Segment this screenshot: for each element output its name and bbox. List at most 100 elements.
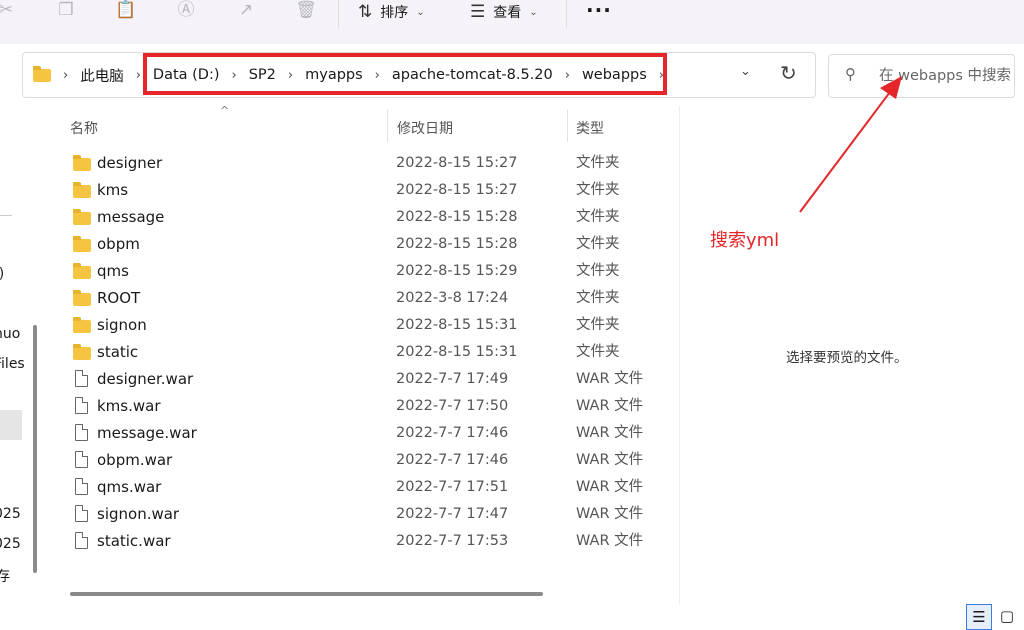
folder-row[interactable]: designer 2022-8-15 15:27 文件夹 [68, 150, 668, 177]
address-history-chevron-icon[interactable]: ⌄ [740, 64, 751, 79]
file-date: 2022-8-15 15:28 [396, 236, 518, 252]
file-row[interactable]: kms.war 2022-7-7 17:50 WAR 文件 [68, 393, 668, 420]
nav-item-fragment[interactable]: huo [0, 326, 20, 342]
file-row[interactable]: static.war 2022-7-7 17:53 WAR 文件 [68, 528, 668, 555]
file-name: ROOT [97, 289, 141, 307]
file-type: WAR 文件 [576, 398, 644, 414]
view-button[interactable]: ☰ 查看 ⌄ [470, 0, 538, 24]
chevron-right-icon[interactable]: › [659, 68, 664, 83]
file-type: 文件夹 [576, 182, 620, 198]
chevron-down-icon: ⌄ [416, 6, 425, 18]
file-name: kms.war [97, 397, 161, 415]
nav-item-fragment[interactable]: 025 [0, 536, 21, 552]
delete-icon[interactable]: 🗑 [292, 0, 320, 22]
copy-icon[interactable]: ❐ [52, 0, 80, 22]
folder-row[interactable]: obpm 2022-8-15 15:28 文件夹 [68, 231, 668, 258]
file-row[interactable]: designer.war 2022-7-7 17:49 WAR 文件 [68, 366, 668, 393]
sort-icon: ⇅ [358, 2, 373, 22]
sort-ascending-icon: ^ [220, 104, 230, 117]
folder-icon [33, 65, 51, 82]
file-date: 2022-8-15 15:27 [396, 155, 518, 171]
file-name: designer.war [97, 370, 194, 388]
file-date: 2022-8-15 15:29 [396, 263, 518, 279]
nav-divider [0, 215, 12, 216]
folder-row[interactable]: kms 2022-8-15 15:27 文件夹 [68, 177, 668, 204]
breadcrumb-this-pc[interactable]: 此电脑 [80, 65, 124, 86]
details-view-button[interactable]: ☰ [966, 604, 992, 630]
nav-item-fragment[interactable]: 存 [0, 566, 10, 586]
search-input[interactable]: ⚲ 在 webapps 中搜索 [828, 54, 1015, 98]
file-date: 2022-3-8 17:24 [396, 290, 509, 306]
folder-icon [73, 344, 91, 360]
file-date: 2022-8-15 15:31 [396, 317, 518, 333]
file-name: qms [97, 262, 129, 280]
nav-selected-item[interactable] [0, 410, 22, 440]
refresh-icon[interactable]: ↻ [780, 61, 797, 85]
file-date: 2022-7-7 17:50 [396, 398, 509, 414]
folder-row[interactable]: qms 2022-8-15 15:29 文件夹 [68, 258, 668, 285]
folder-row[interactable]: static 2022-8-15 15:31 文件夹 [68, 339, 668, 366]
more-options-button[interactable]: ··· [586, 0, 612, 22]
file-icon [75, 451, 88, 468]
nav-item-fragment[interactable]: :) [0, 266, 4, 282]
chevron-right-icon: › [135, 67, 141, 83]
folder-icon [73, 236, 91, 252]
breadcrumb-drive[interactable]: Data (D:) [153, 67, 220, 83]
column-header-date[interactable]: 修改日期 [397, 118, 453, 138]
file-name: static [97, 343, 139, 361]
chevron-down-icon: ⌄ [529, 6, 538, 18]
file-type: 文件夹 [576, 263, 620, 279]
rename-icon[interactable]: Ⓐ [172, 0, 200, 22]
file-row[interactable]: signon.war 2022-7-7 17:47 WAR 文件 [68, 501, 668, 528]
cut-icon[interactable]: ✂ [0, 0, 20, 22]
view-icon: ☰ [470, 2, 486, 22]
nav-item-fragment[interactable]: 025 [0, 506, 21, 522]
file-icon [75, 370, 88, 387]
file-type: WAR 文件 [576, 371, 644, 387]
breadcrumb-sp2[interactable]: SP2 [249, 67, 276, 83]
column-header-name[interactable]: 名称 [70, 118, 98, 138]
file-date: 2022-7-7 17:51 [396, 479, 509, 495]
file-row[interactable]: qms.war 2022-7-7 17:51 WAR 文件 [68, 474, 668, 501]
breadcrumb-webapps[interactable]: webapps [582, 67, 647, 83]
file-name: message [97, 208, 165, 226]
search-placeholder: 在 webapps 中搜索 [879, 68, 1012, 84]
annotation-label: 搜索yml [710, 230, 780, 251]
column-divider[interactable] [567, 110, 568, 142]
file-name: qms.war [97, 478, 162, 496]
file-type: WAR 文件 [576, 533, 644, 549]
nav-scrollbar[interactable] [33, 325, 37, 573]
folder-row[interactable]: ROOT 2022-3-8 17:24 文件夹 [68, 285, 668, 312]
chevron-right-icon: › [63, 67, 69, 83]
command-bar: ✂ ❐ 📋 Ⓐ ↗ 🗑 ⇅ 排序 ⌄ ☰ 查看 ⌄ ··· [0, 0, 1024, 44]
folder-row[interactable]: message 2022-8-15 15:28 文件夹 [68, 204, 668, 231]
tiles-view-button[interactable]: ▢ [994, 604, 1020, 630]
file-icon [75, 478, 88, 495]
sort-button[interactable]: ⇅ 排序 ⌄ [358, 0, 425, 24]
nav-item-fragment[interactable]: Files [0, 356, 25, 372]
column-divider[interactable] [387, 110, 388, 142]
file-type: 文件夹 [576, 155, 620, 171]
folder-icon [73, 317, 91, 333]
breadcrumb-myapps[interactable]: myapps [305, 67, 363, 83]
file-type: WAR 文件 [576, 425, 644, 441]
file-type: 文件夹 [576, 317, 620, 333]
folder-icon [73, 155, 91, 171]
horizontal-scrollbar[interactable] [70, 592, 543, 596]
address-bar[interactable]: › 此电脑 › Data (D:) › SP2 › myapps › apach… [22, 52, 816, 98]
folder-icon [73, 263, 91, 279]
file-icon [75, 424, 88, 441]
file-type: WAR 文件 [576, 452, 644, 468]
breadcrumb-tomcat[interactable]: apache-tomcat-8.5.20 [392, 67, 553, 83]
file-date: 2022-8-15 15:27 [396, 182, 518, 198]
folder-icon [73, 182, 91, 198]
folder-row[interactable]: signon 2022-8-15 15:31 文件夹 [68, 312, 668, 339]
file-name: kms [97, 181, 129, 199]
share-icon[interactable]: ↗ [232, 0, 260, 22]
file-row[interactable]: obpm.war 2022-7-7 17:46 WAR 文件 [68, 447, 668, 474]
file-row[interactable]: message.war 2022-7-7 17:46 WAR 文件 [68, 420, 668, 447]
paste-icon[interactable]: 📋 [112, 0, 140, 22]
column-header-type[interactable]: 类型 [576, 118, 604, 138]
view-label: 查看 [493, 5, 522, 21]
folder-icon [73, 209, 91, 225]
